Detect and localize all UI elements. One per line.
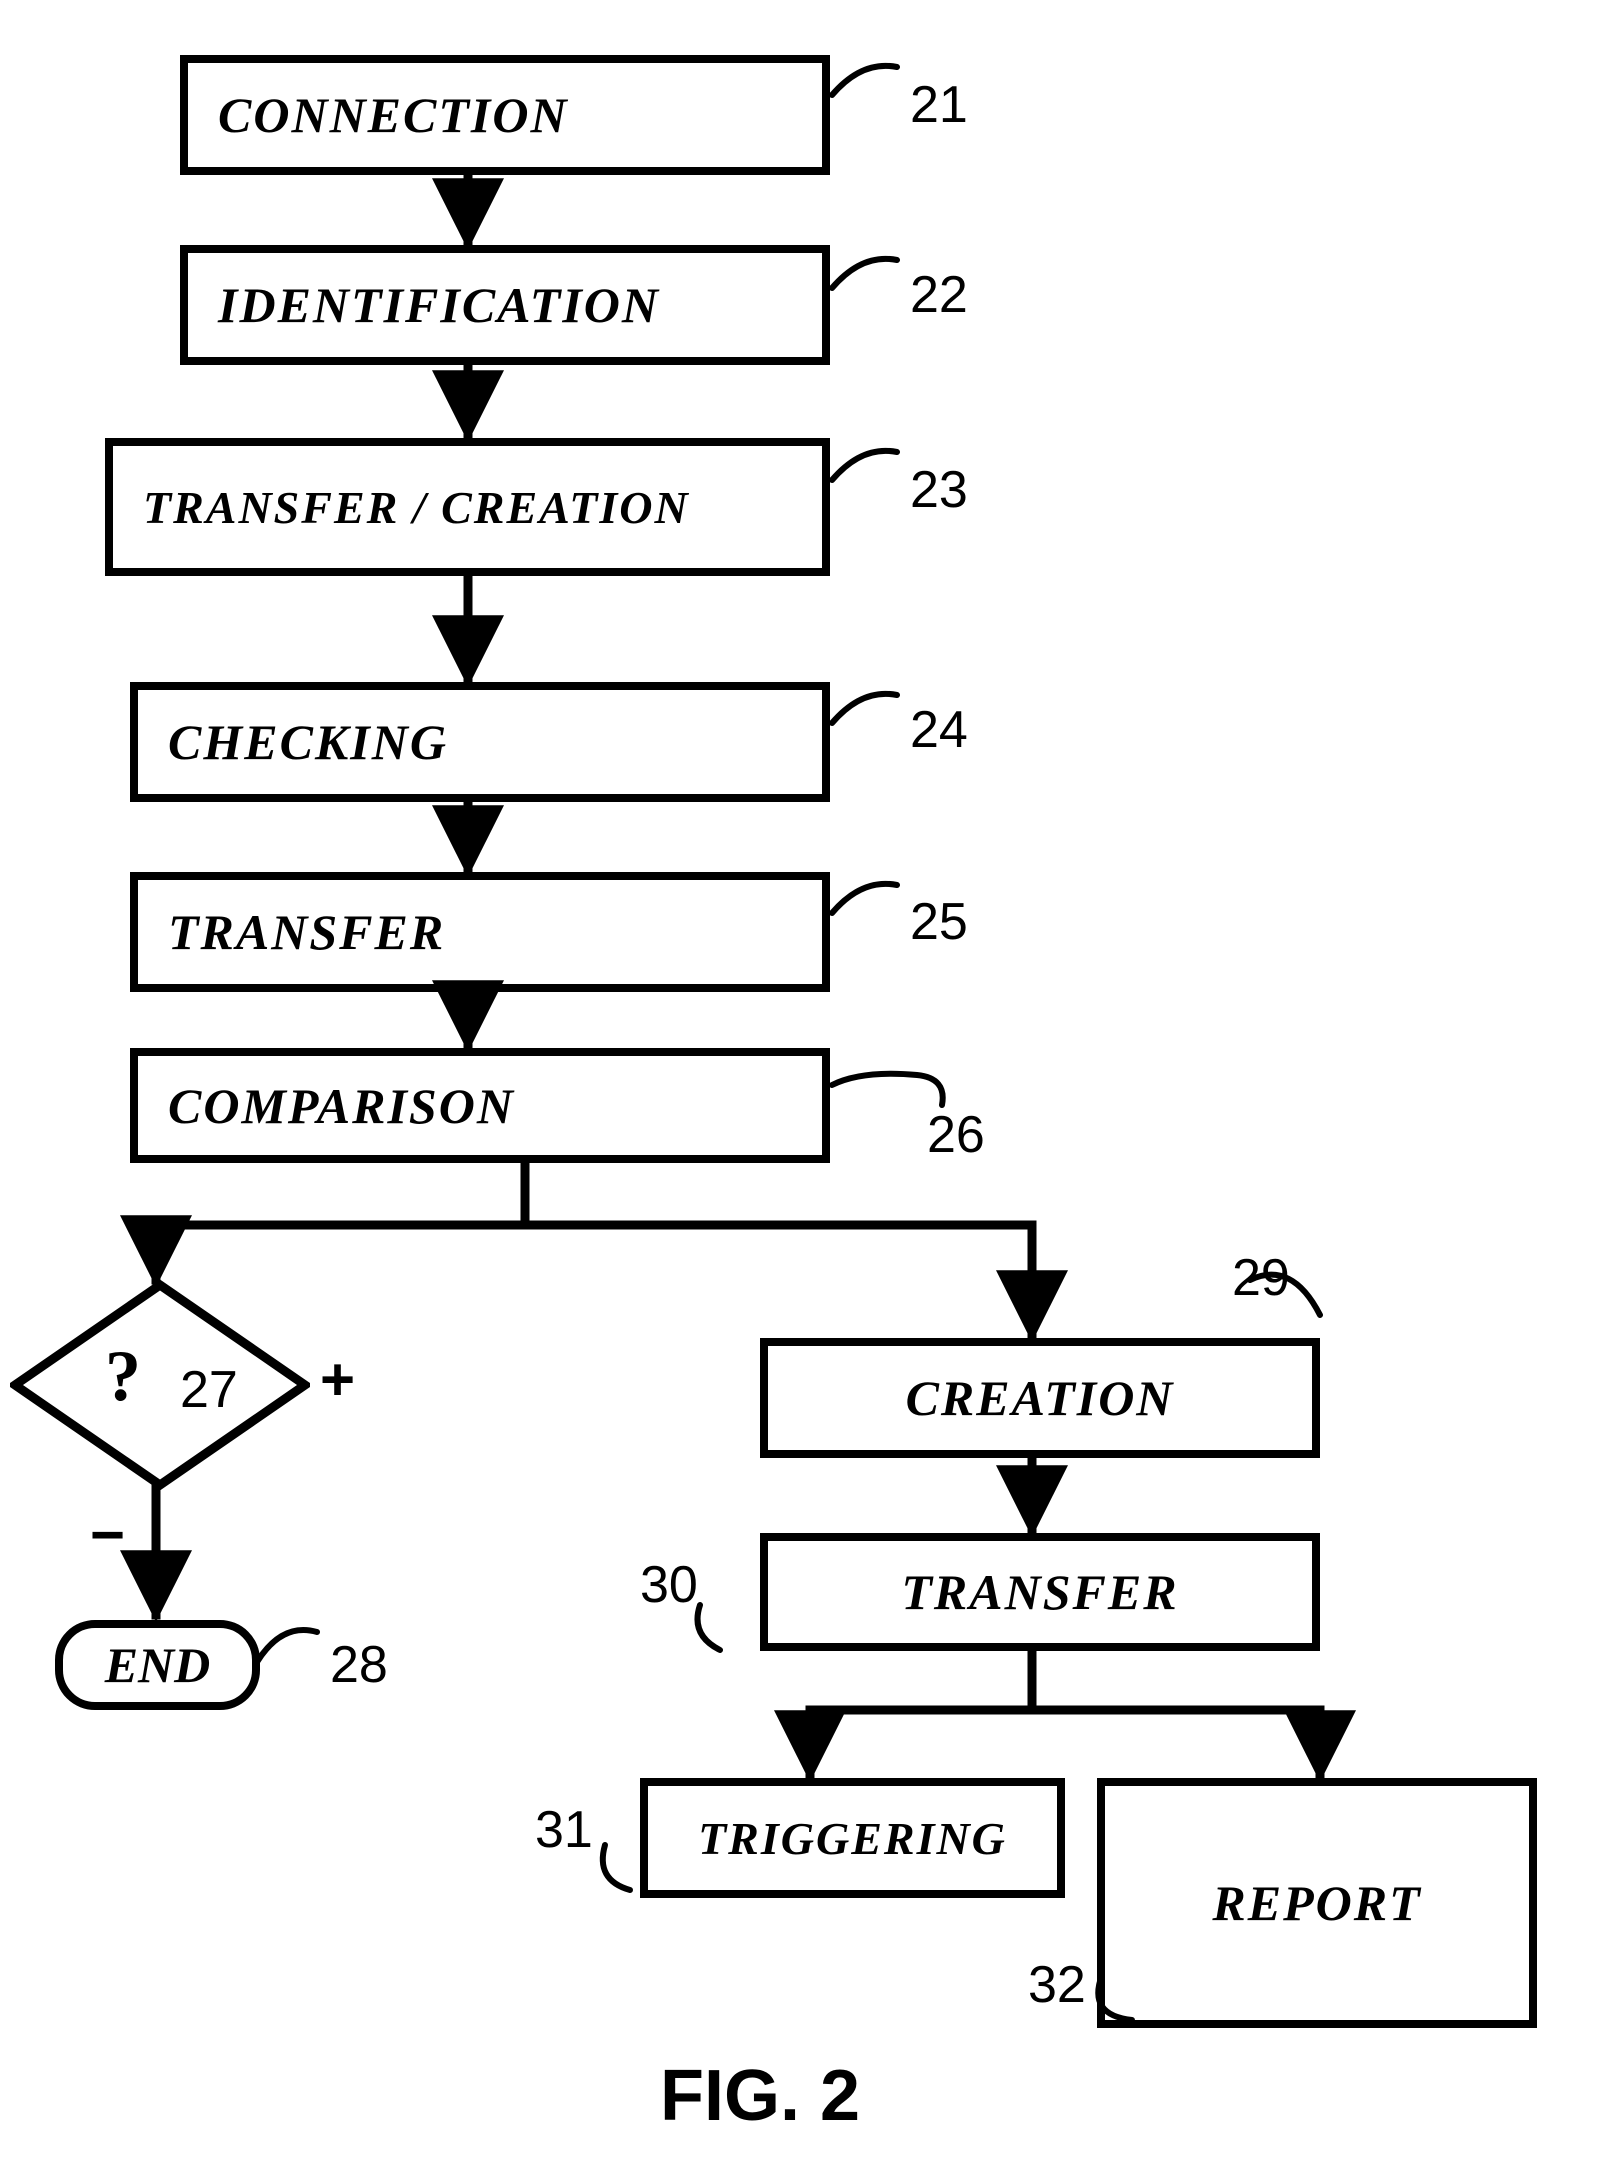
step-transfer: TRANSFER	[130, 872, 830, 992]
step-label: CONNECTION	[218, 86, 569, 144]
ref-29: 29	[1232, 1248, 1290, 1308]
step-connection: CONNECTION	[180, 55, 830, 175]
step-label: TRIGGERING	[698, 1812, 1007, 1865]
ref-22: 22	[910, 265, 968, 325]
figure-label: FIG. 2	[660, 2055, 860, 2137]
terminal-label: END	[105, 1636, 211, 1694]
ref-24: 24	[910, 700, 968, 760]
step-report: REPORT	[1097, 1778, 1537, 2028]
ref-31: 31	[535, 1800, 593, 1860]
step-label: COMPARISON	[168, 1077, 515, 1135]
ref-23: 23	[910, 460, 968, 520]
step-triggering: TRIGGERING	[640, 1778, 1065, 1898]
decision-minus: −	[90, 1500, 125, 1569]
ref-26: 26	[927, 1105, 985, 1165]
ref-30: 30	[640, 1555, 698, 1615]
step-label: REPORT	[1212, 1874, 1421, 1932]
step-identification: IDENTIFICATION	[180, 245, 830, 365]
step-checking: CHECKING	[130, 682, 830, 802]
ref-25: 25	[910, 892, 968, 952]
step-label: IDENTIFICATION	[218, 276, 660, 334]
ref-32: 32	[1028, 1955, 1086, 2015]
step-label: CREATION	[906, 1369, 1175, 1427]
step-label: CHECKING	[168, 713, 448, 771]
ref-28: 28	[330, 1635, 388, 1695]
ref-27: 27	[180, 1360, 238, 1420]
step-label: TRANSFER	[168, 903, 445, 961]
step-creation: CREATION	[760, 1338, 1320, 1458]
ref-21: 21	[910, 75, 968, 135]
decision-question-icon: ?	[105, 1335, 141, 1418]
step-label: TRANSFER / CREATION	[143, 481, 690, 534]
step-transfer-2: TRANSFER	[760, 1533, 1320, 1651]
step-label: TRANSFER	[901, 1563, 1178, 1621]
step-comparison: COMPARISON	[130, 1048, 830, 1163]
flowchart-canvas: CONNECTION 21 IDENTIFICATION 22 TRANSFER…	[0, 0, 1599, 2159]
decision-plus: +	[320, 1345, 355, 1414]
step-transfer-creation: TRANSFER / CREATION	[105, 438, 830, 576]
terminal-end: END	[55, 1620, 260, 1710]
